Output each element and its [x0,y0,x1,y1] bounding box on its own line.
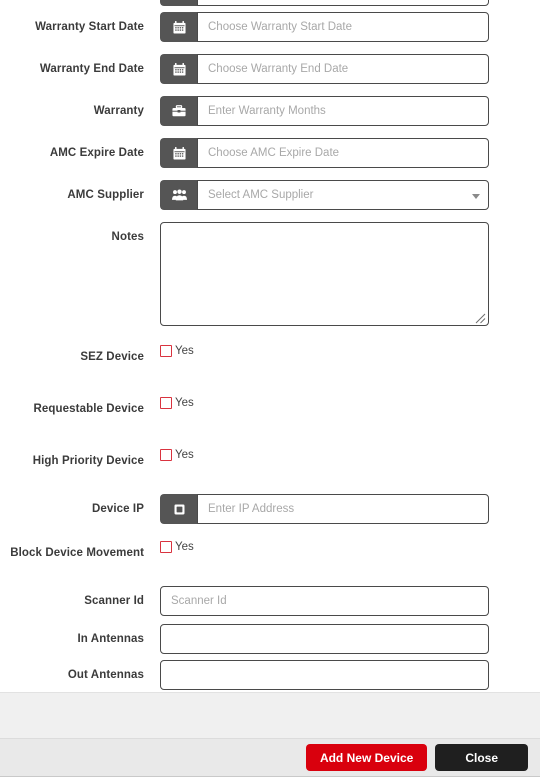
modal-footer: Add New Device Close [0,738,540,777]
input-group-amc-supplier[interactable] [160,180,489,210]
field-device-ip [160,494,505,524]
form-row-amc-supplier: AMC Supplier [0,180,540,210]
checkbox-requestable-device[interactable] [160,397,172,409]
checkbox-row-high-priority-device[interactable]: Yes [160,446,194,464]
input-in-antennas[interactable] [160,624,489,654]
cutoff-input-group[interactable] [160,0,489,6]
form-row-block-device-movement: Block Device Movement Yes [0,538,540,568]
form-row-notes: Notes [0,222,540,326]
checkbox-label-block-device-movement: Yes [175,541,194,553]
label-warranty-end-date: Warranty End Date [39,63,144,75]
checkbox-row-requestable-device[interactable]: Yes [160,394,194,412]
form-row-warranty-start-date: Warranty Start Date [0,12,540,42]
label-warranty: Warranty [93,105,144,117]
field-amc-expire-date [160,138,505,168]
label-sez-device: SEZ Device [80,351,144,363]
calendar-icon [160,138,197,168]
form-row-cutoff [0,0,540,6]
form-row-scanner-id: Scanner Id [0,586,540,616]
select-wrap-amc-supplier[interactable] [197,180,489,210]
checkbox-sez-device[interactable] [160,345,172,357]
form-row-sez-device: SEZ Device Yes [0,342,540,372]
input-scanner-id[interactable] [160,586,489,616]
form-row-warranty-end-date: Warranty End Date [0,54,540,84]
form-row-out-antennas: Out Antennas [0,660,540,690]
input-amc-expire-date[interactable] [197,138,489,168]
square-icon [160,0,197,6]
cutoff-label-spacer [0,0,160,6]
label-device-ip: Device IP [91,503,144,515]
input-warranty-start-date[interactable] [197,12,489,42]
label-block-device-movement: Block Device Movement [10,547,144,559]
label-out-antennas: Out Antennas [67,669,144,681]
stop-square-icon [160,494,197,524]
input-device-ip[interactable] [197,494,489,524]
field-amc-supplier [160,180,505,210]
field-sez-device: Yes [160,342,505,360]
field-requestable-device: Yes [160,394,505,412]
field-warranty [160,96,505,126]
field-warranty-start-date [160,12,505,42]
label-in-antennas: In Antennas [77,633,144,645]
input-warranty-end-date[interactable] [197,54,489,84]
label-notes: Notes [111,231,144,243]
input-group-device-ip[interactable] [160,494,489,524]
form-row-requestable-device: Requestable Device Yes [0,394,540,424]
label-scanner-id: Scanner Id [84,595,144,607]
users-icon [160,180,197,210]
checkbox-row-sez-device[interactable]: Yes [160,342,194,360]
calendar-icon [160,54,197,84]
field-warranty-end-date [160,54,505,84]
label-requestable-device: Requestable Device [33,403,144,415]
field-out-antennas [160,660,505,690]
checkbox-row-block-device-movement[interactable]: Yes [160,538,194,556]
input-amc-supplier[interactable] [197,180,489,210]
label-high-priority-device: High Priority Device [32,455,144,467]
field-in-antennas [160,624,505,654]
modal-body: Warranty Start Date Choose Warranty Star… [0,0,540,692]
input-group-warranty-end-date[interactable] [160,54,489,84]
input-group-warranty-start-date[interactable] [160,12,489,42]
calendar-icon [160,12,197,42]
checkbox-label-high-priority-device: Yes [175,449,194,461]
notes-textarea-wrap [160,222,489,326]
checkbox-high-priority-device[interactable] [160,449,172,461]
form-row-high-priority-device: High Priority Device Yes [0,446,540,476]
close-button[interactable]: Close [435,744,528,771]
form-row-in-antennas: In Antennas [0,624,540,654]
footer-spacer [0,692,540,738]
label-amc-expire-date: AMC Expire Date [49,147,144,159]
checkbox-label-requestable-device: Yes [175,397,194,409]
checkbox-block-device-movement[interactable] [160,541,172,553]
label-amc-supplier: AMC Supplier [67,189,144,201]
input-group-warranty[interactable] [160,96,489,126]
notes-textarea[interactable] [160,222,489,326]
input-group-amc-expire-date[interactable] [160,138,489,168]
field-block-device-movement: Yes [160,538,505,556]
input-warranty[interactable] [197,96,489,126]
field-notes [160,222,505,326]
checkbox-label-sez-device: Yes [175,345,194,357]
field-scanner-id [160,586,505,616]
input-out-antennas[interactable] [160,660,489,690]
briefcase-icon [160,96,197,126]
form-row-warranty: Warranty [0,96,540,126]
field-high-priority-device: Yes [160,446,505,464]
cutoff-input[interactable] [197,0,489,6]
form-row-amc-expire-date: AMC Expire Date [0,138,540,168]
label-warranty-start-date: Warranty Start Date [35,21,144,33]
add-new-device-button[interactable]: Add New Device [305,744,428,771]
form-row-device-ip: Device IP [0,494,540,524]
